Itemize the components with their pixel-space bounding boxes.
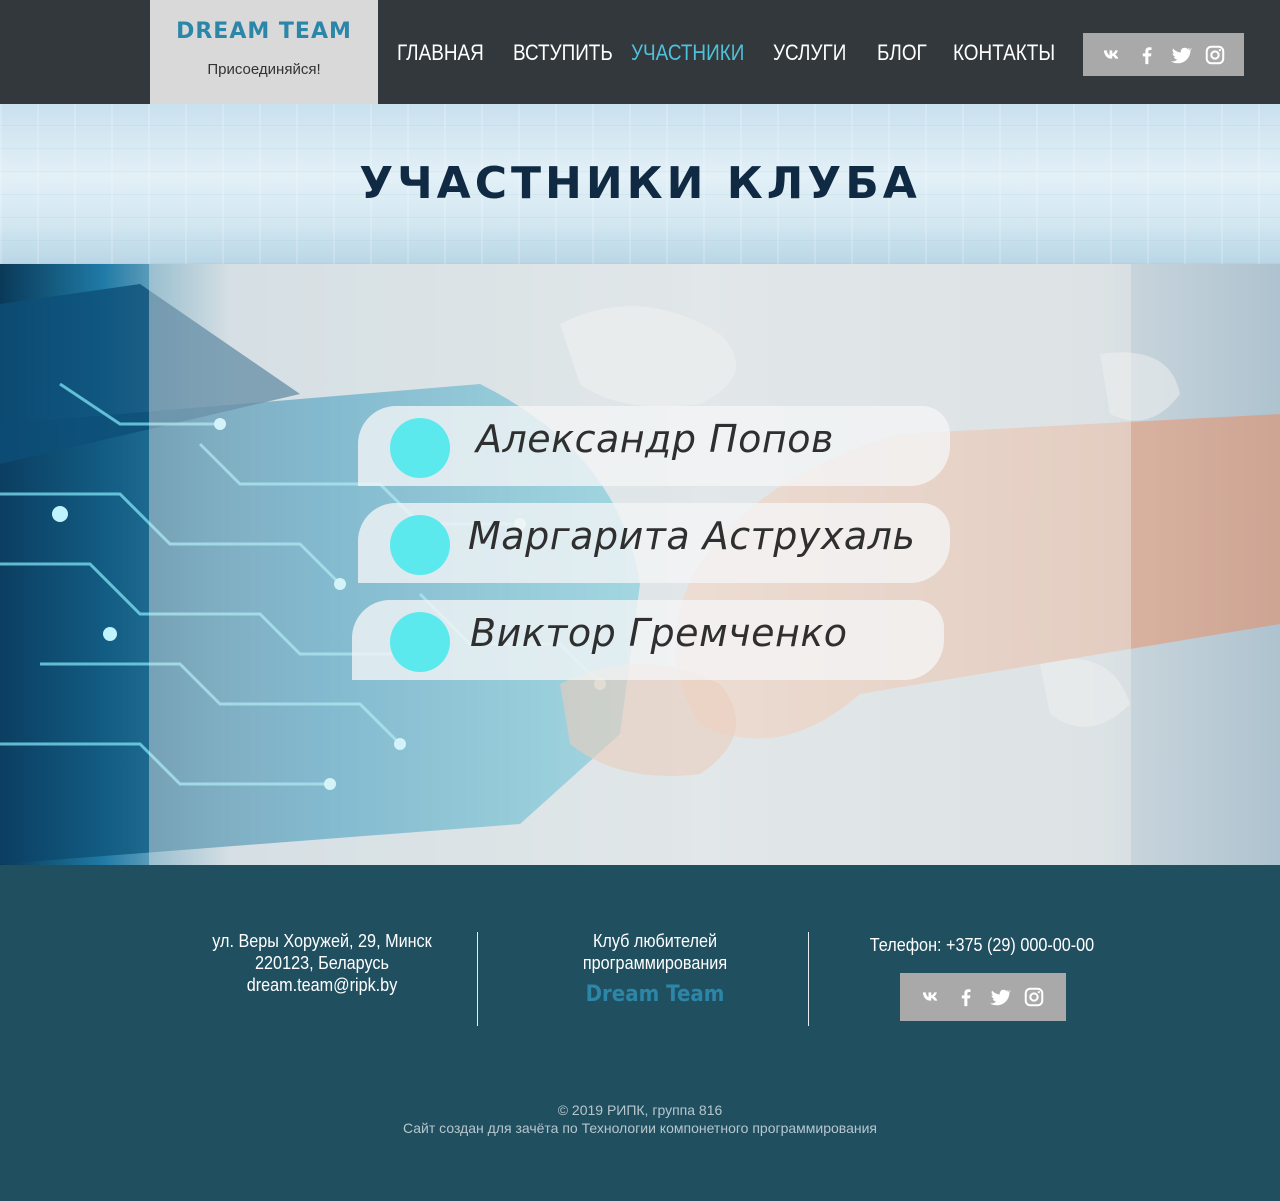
members-hero: Александр Попов Маргарита Аструхаль Викт…	[0, 264, 1280, 865]
copyright-line: © 2019 РИПК, группа 816	[557, 1102, 723, 1118]
twitter-icon[interactable]	[989, 986, 1011, 1008]
footer-social-bar	[900, 973, 1066, 1021]
instagram-icon[interactable]	[1023, 986, 1045, 1008]
footer-divider	[477, 932, 478, 1026]
member-name: Виктор Гремченко	[470, 611, 848, 655]
copyright: © 2019 РИПК, группа 816 Сайт создан для …	[0, 1101, 1280, 1137]
vk-icon[interactable]	[1102, 44, 1124, 66]
member-name: Маргарита Аструхаль	[468, 514, 916, 558]
nav-item-contacts[interactable]: КОНТАКТЫ	[953, 40, 1055, 66]
site-header: DREAM TEAM Присоединяйся! ГЛАВНАЯ ВСТУПИ…	[0, 0, 1280, 104]
nav-item-services[interactable]: УСЛУГИ	[773, 40, 846, 66]
footer-address: ул. Веры Хоружей, 29, Минск 220123, Бела…	[186, 930, 458, 996]
page-title: УЧАСТНИКИ КЛУБА	[359, 158, 921, 209]
nav-item-blog[interactable]: БЛОГ	[877, 40, 927, 66]
site-footer: ул. Веры Хоружей, 29, Минск 220123, Бела…	[0, 865, 1280, 1201]
copyright-line: Сайт создан для зачёта по Технологии ком…	[402, 1120, 878, 1136]
member-name: Александр Попов	[476, 417, 834, 461]
facebook-icon[interactable]	[955, 986, 977, 1008]
title-banner: УЧАСТНИКИ КЛУБА	[0, 104, 1280, 264]
vk-icon[interactable]	[921, 986, 943, 1008]
member-avatar	[390, 418, 450, 478]
address-line: ул. Веры Хоружей, 29, Минск	[212, 931, 432, 951]
member-avatar	[390, 612, 450, 672]
logo[interactable]: DREAM TEAM Присоединяйся!	[150, 0, 378, 104]
footer-phone: Телефон: +375 (29) 000-00-00	[840, 934, 1124, 956]
nav-item-home[interactable]: ГЛАВНАЯ	[397, 40, 484, 66]
member-avatar	[390, 515, 450, 575]
facebook-icon[interactable]	[1136, 44, 1158, 66]
member-card[interactable]: Виктор Гремченко	[352, 600, 944, 680]
member-card[interactable]: Александр Попов	[358, 406, 950, 486]
logo-subtitle: Присоединяйся!	[207, 61, 321, 78]
footer-club-info: Клуб любителей программирования Dream Te…	[535, 930, 775, 1006]
club-description: Клуб любителей	[592, 931, 718, 951]
instagram-icon[interactable]	[1204, 44, 1226, 66]
nav-item-join[interactable]: ВСТУПИТЬ	[513, 40, 613, 66]
address-line: 220123, Беларусь	[255, 953, 389, 973]
footer-divider	[808, 932, 809, 1026]
logo-title: DREAM TEAM	[176, 19, 352, 44]
club-description: программирования	[582, 953, 728, 973]
header-social-bar	[1083, 33, 1244, 76]
email-link[interactable]: dream.team@ripk.by	[200, 974, 445, 996]
twitter-icon[interactable]	[1170, 44, 1192, 66]
phone-number[interactable]: Телефон: +375 (29) 000-00-00	[854, 934, 1110, 956]
nav-item-members[interactable]: УЧАСТНИКИ	[631, 40, 744, 66]
member-card[interactable]: Маргарита Аструхаль	[358, 503, 950, 583]
footer-brand: Dream Team	[585, 982, 725, 1007]
